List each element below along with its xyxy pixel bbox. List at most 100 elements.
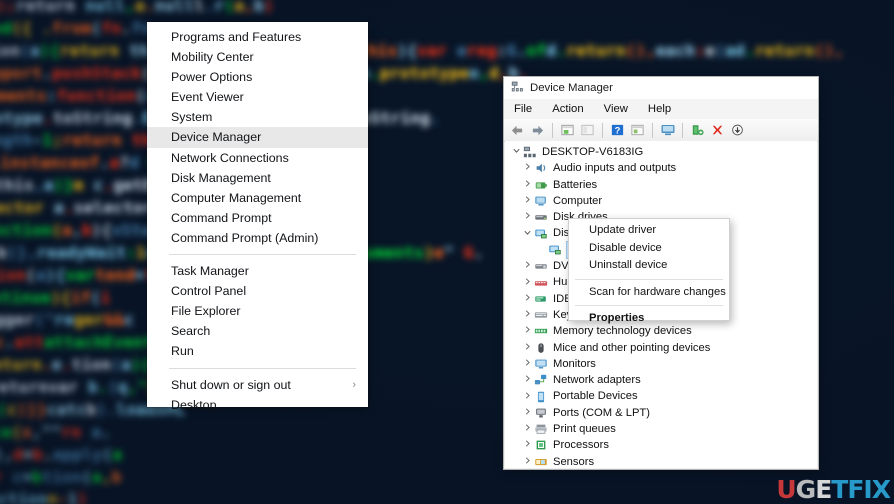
display-adapter-icon: [534, 227, 548, 241]
winx-menu-item-label: Event Viewer: [171, 90, 244, 105]
winx-menu-item-network-connections[interactable]: Network Connections: [147, 148, 368, 168]
chevron-right-icon[interactable]: [523, 177, 534, 193]
help-icon[interactable]: ?: [609, 122, 626, 139]
winx-menu-item-programs-and-features[interactable]: Programs and Features: [147, 27, 368, 47]
chevron-right-icon[interactable]: [523, 421, 534, 437]
forward-arrow-icon[interactable]: [529, 122, 546, 139]
context-menu-item-scan-for-hardware-changes[interactable]: Scan for hardware changes: [569, 284, 729, 302]
scan-hardware-icon[interactable]: [629, 122, 646, 139]
chevron-right-icon[interactable]: [523, 356, 534, 372]
chevron-right-icon: ›: [352, 378, 356, 391]
ide-icon: [534, 292, 548, 306]
uninstall-device-icon[interactable]: [709, 122, 726, 139]
device-tree-item-label: Computer: [553, 194, 603, 207]
context-menu-item-uninstall-device[interactable]: Uninstall device: [569, 257, 729, 275]
disable-device-icon[interactable]: [729, 122, 746, 139]
chevron-right-icon[interactable]: [523, 291, 534, 307]
winx-menu-item-label: Run: [171, 344, 194, 359]
device-tree-item-label: Processors: [553, 439, 609, 452]
device-tree-item[interactable]: Ports (COM & LPT): [505, 405, 817, 421]
context-menu-item-properties[interactable]: Properties: [569, 310, 729, 328]
winx-menu-item-control-panel[interactable]: Control Panel: [147, 281, 368, 301]
audio-icon: [534, 161, 548, 175]
chevron-right-icon[interactable]: [523, 405, 534, 421]
device-tree-item-label: DESKTOP-V6183IG: [542, 146, 644, 158]
winx-menu-item-label: Network Connections: [171, 150, 289, 165]
watermark-letter-t: T: [831, 475, 848, 504]
device-tree-item[interactable]: Audio inputs and outputs: [505, 160, 817, 176]
winx-menu-item-command-prompt-admin[interactable]: Command Prompt (Admin): [147, 228, 368, 248]
watermark-letter-f: F: [847, 475, 864, 504]
show-hidden-devices-icon[interactable]: [559, 122, 576, 139]
winx-menu-item-device-manager[interactable]: Device Manager: [147, 127, 368, 148]
chevron-right-icon[interactable]: [523, 372, 534, 388]
view-devices-icon[interactable]: [659, 122, 676, 139]
chevron-right-icon[interactable]: [523, 437, 534, 453]
device-tree-item[interactable]: Sensors: [505, 454, 817, 468]
winx-menu-item-mobility-center[interactable]: Mobility Center: [147, 47, 368, 67]
winx-menu-item-run[interactable]: Run: [147, 341, 368, 361]
watermark-letter-g: G: [795, 475, 817, 504]
device-manager-titlebar[interactable]: Device Manager: [504, 77, 818, 99]
watermark-letter-i: I: [863, 475, 872, 504]
winx-menu-item-label: Command Prompt (Admin): [171, 230, 319, 245]
device-manager-menubar[interactable]: File Action View Help: [504, 99, 818, 119]
device-tree-item[interactable]: Processors: [505, 437, 817, 453]
device-tree-item[interactable]: Print queues: [505, 421, 817, 437]
device-manager-toolbar[interactable]: ?: [504, 119, 818, 142]
menu-file[interactable]: File: [512, 102, 534, 116]
winx-menu-item-system[interactable]: System: [147, 107, 368, 127]
winx-menu-item-desktop[interactable]: Desktop: [147, 395, 368, 415]
device-tree-item[interactable]: DESKTOP-V6183IG: [505, 144, 817, 160]
device-tree-item[interactable]: Monitors: [505, 356, 817, 372]
start-context-menu[interactable]: Programs and Features Mobility Center Powe…: [147, 22, 368, 412]
winx-menu-item-file-explorer[interactable]: File Explorer: [147, 301, 368, 321]
winx-menu-separator: [169, 254, 356, 256]
winx-menu-item-power-options[interactable]: Power Options: [147, 67, 368, 87]
printer-icon: [534, 422, 548, 436]
winx-menu-item-label: System: [171, 110, 213, 125]
device-tree-item[interactable]: Computer: [505, 193, 817, 209]
chevron-right-icon[interactable]: [523, 307, 534, 323]
chevron-down-icon[interactable]: [523, 226, 534, 242]
winx-menu-item-event-viewer[interactable]: Event Viewer: [147, 87, 368, 107]
watermark-ugetfix: U G E T F I X: [776, 475, 891, 504]
chevron-right-icon[interactable]: [523, 275, 534, 291]
back-arrow-icon[interactable]: [509, 122, 526, 139]
monitor-icon: [534, 357, 548, 371]
chevron-right-icon[interactable]: [523, 258, 534, 274]
properties-icon[interactable]: [579, 122, 596, 139]
winx-menu-item-search[interactable]: Search: [147, 321, 368, 341]
device-tree-item[interactable]: Batteries: [505, 177, 817, 193]
winx-menu-item-task-manager[interactable]: Task Manager: [147, 261, 368, 281]
winx-menu-item-disk-management[interactable]: Disk Management: [147, 168, 368, 188]
winx-menu-item-computer-management[interactable]: Computer Management: [147, 188, 368, 208]
chevron-down-icon[interactable]: [512, 144, 523, 160]
context-menu-item-disable-device[interactable]: Disable device: [569, 240, 729, 258]
chevron-right-icon[interactable]: [523, 389, 534, 405]
menu-view[interactable]: View: [602, 102, 630, 116]
chevron-right-icon[interactable]: [523, 193, 534, 209]
processor-icon: [534, 438, 548, 452]
menu-action[interactable]: Action: [550, 102, 585, 116]
chevron-right-icon[interactable]: [523, 160, 534, 176]
device-tree-item[interactable]: Network adapters: [505, 372, 817, 388]
display-adapter-icon: [548, 243, 562, 257]
winx-menu-item-shut-down-or-sign-out[interactable]: Shut down or sign out ›: [147, 375, 368, 395]
device-context-menu[interactable]: Update driver Disable device Uninstall dev…: [568, 218, 730, 324]
winx-menu-item-command-prompt[interactable]: Command Prompt: [147, 208, 368, 228]
device-tree-item[interactable]: Portable Devices: [505, 388, 817, 404]
context-menu-item-label: Disable device: [589, 241, 662, 254]
context-menu-item-update-driver[interactable]: Update driver: [569, 222, 729, 240]
device-tree-item-label: Portable Devices: [553, 390, 638, 403]
winx-menu-item-label: Programs and Features: [171, 30, 302, 44]
chevron-right-icon[interactable]: [523, 340, 534, 356]
update-driver-icon[interactable]: [689, 122, 706, 139]
hid-icon: [534, 276, 548, 290]
keyboard-icon: [534, 308, 548, 322]
device-tree-item[interactable]: Mice and other pointing devices: [505, 340, 817, 356]
chevron-right-icon[interactable]: [523, 323, 534, 339]
menu-help[interactable]: Help: [646, 102, 673, 116]
chevron-right-icon[interactable]: [523, 454, 534, 468]
chevron-right-icon[interactable]: [523, 209, 534, 225]
